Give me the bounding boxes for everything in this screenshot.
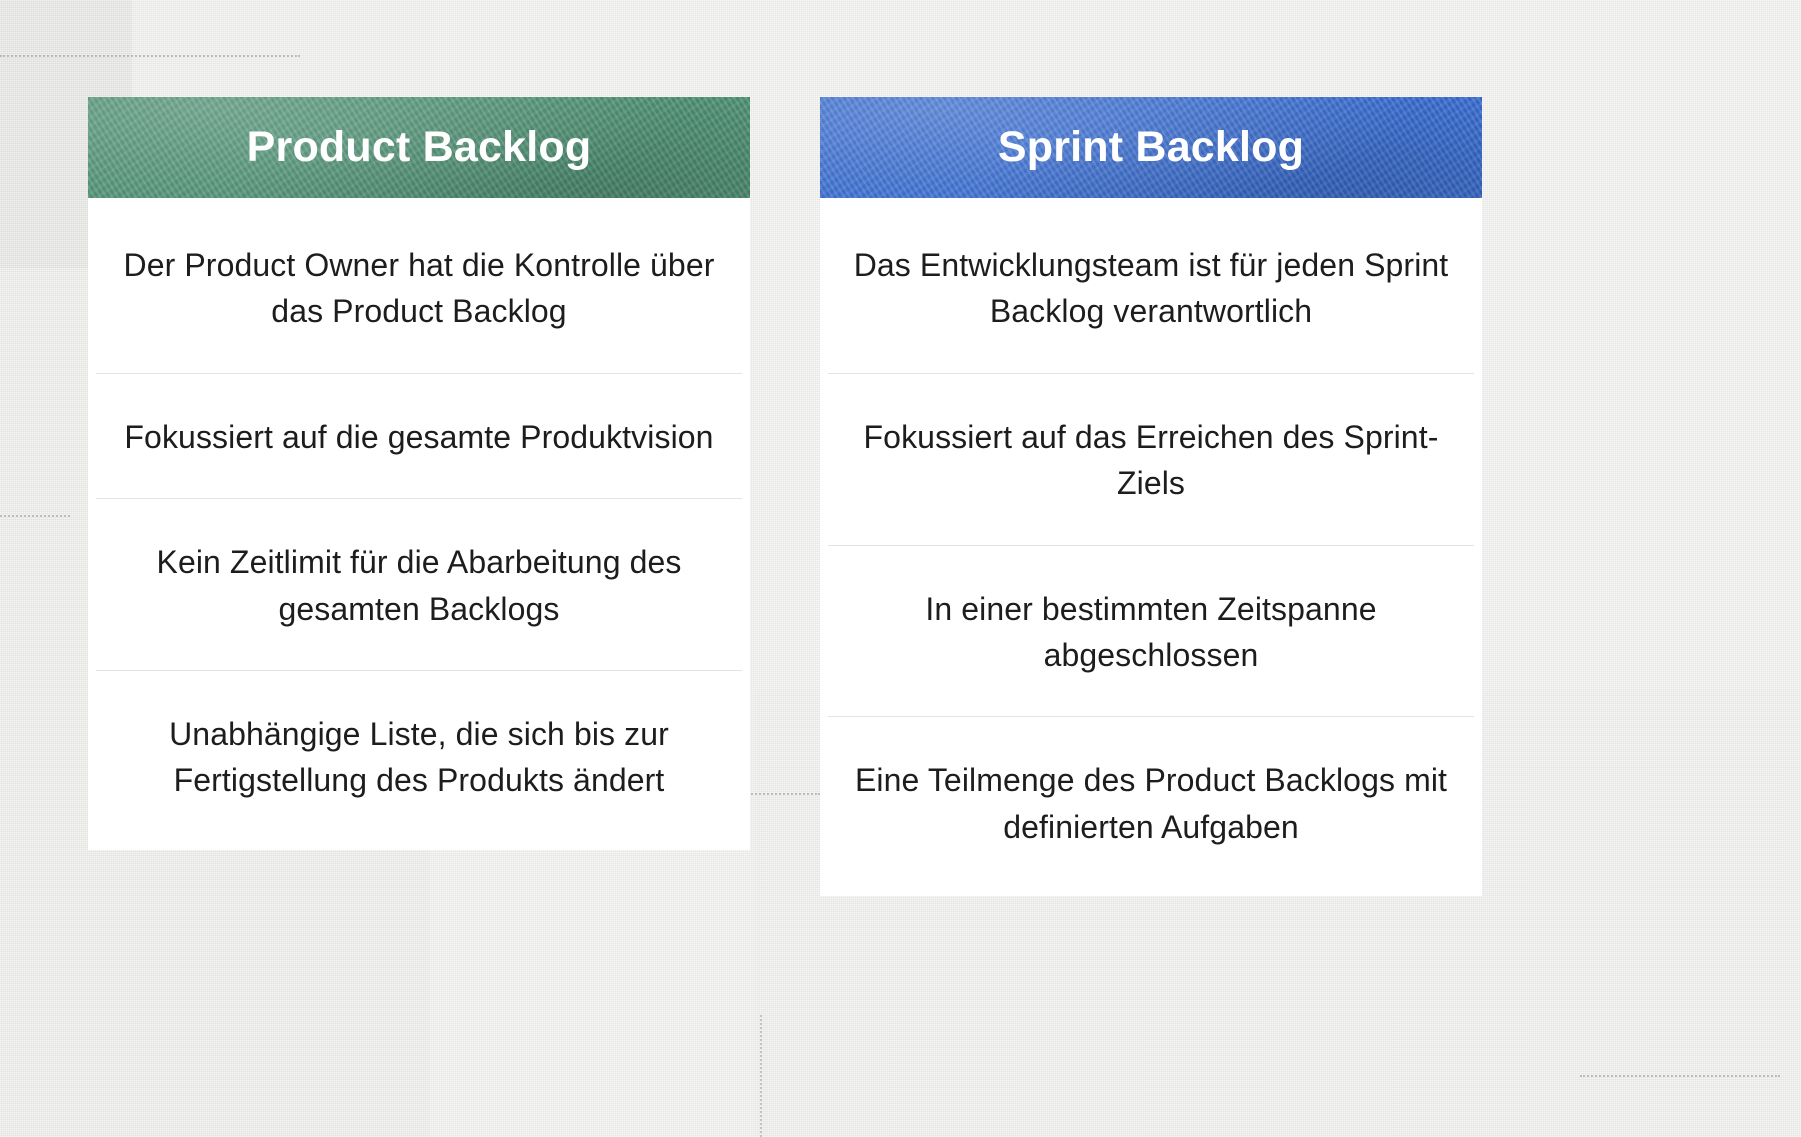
card-header-product-backlog: Product Backlog: [88, 97, 750, 198]
card-body-product-backlog: Der Product Owner hat die Kontrolle über…: [88, 198, 750, 850]
list-item-text: In einer bestimmten Zeitspanne abgeschlo…: [925, 590, 1377, 673]
comparison-board: Product Backlog Der Product Owner hat di…: [0, 0, 1801, 1137]
list-item-text: Unabhängige Liste, die sich bis zur Fert…: [169, 715, 669, 799]
card-body-sprint-backlog: Das Entwicklungsteam ist für jeden Sprin…: [820, 198, 1482, 897]
card-title-sprint-backlog: Sprint Backlog: [997, 123, 1305, 171]
list-item-text: Fokussiert auf die gesamte Produktvision: [124, 418, 714, 455]
list-item: Eine Teilmenge des Product Backlogs mit …: [820, 717, 1482, 860]
list-item: In einer bestimmten Zeitspanne abgeschlo…: [820, 546, 1482, 717]
card-sprint-backlog: Sprint Backlog Das Entwicklungsteam ist …: [820, 97, 1482, 897]
list-item-text: Kein Zeitlimit für die Abarbeitung des g…: [156, 544, 682, 627]
list-item-text: Das Entwicklungsteam ist für jeden Sprin…: [853, 247, 1449, 330]
card-header-sprint-backlog: Sprint Backlog: [820, 97, 1482, 198]
list-item-text: Fokussiert auf das Erreichen des Sprint-…: [863, 418, 1439, 502]
list-item-text: Der Product Owner hat die Kontrolle über…: [123, 247, 715, 330]
list-item: Unabhängige Liste, die sich bis zur Fert…: [88, 671, 750, 814]
list-item-text: Eine Teilmenge des Product Backlogs mit …: [854, 762, 1448, 845]
list-item: Fokussiert auf das Erreichen des Sprint-…: [820, 374, 1482, 545]
card-product-backlog: Product Backlog Der Product Owner hat di…: [88, 97, 750, 850]
list-item: Fokussiert auf die gesamte Produktvision: [88, 374, 750, 498]
list-item: Kein Zeitlimit für die Abarbeitung des g…: [88, 499, 750, 670]
list-item: Der Product Owner hat die Kontrolle über…: [88, 198, 750, 373]
list-item: Das Entwicklungsteam ist für jeden Sprin…: [820, 198, 1482, 373]
card-title-product-backlog: Product Backlog: [246, 123, 592, 171]
